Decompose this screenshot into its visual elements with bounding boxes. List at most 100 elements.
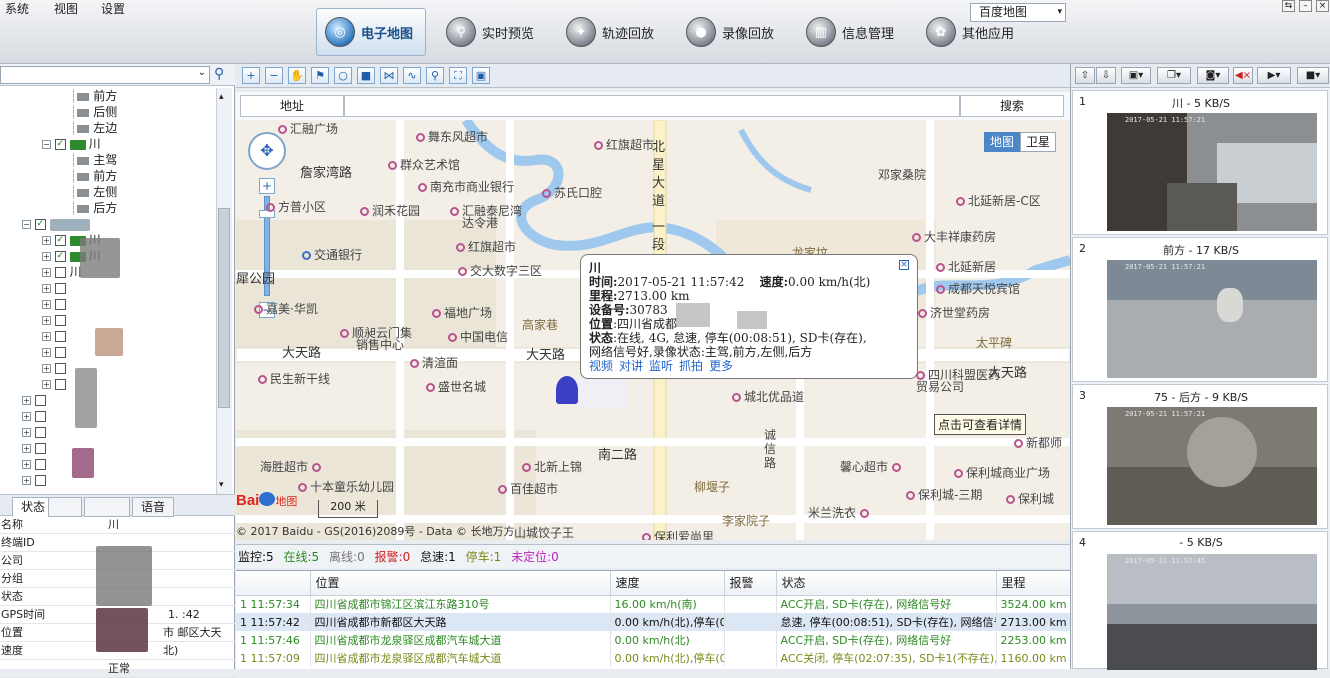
checkbox[interactable] — [34, 459, 46, 470]
tree-scrollbar[interactable]: ▴ ▾ — [216, 88, 232, 494]
col-mileage[interactable]: 里程 — [996, 571, 1070, 596]
pan-control[interactable]: ✥ — [248, 132, 286, 170]
tree-channel[interactable]: ┆ 左边 — [0, 120, 214, 136]
expand-icon[interactable]: + — [42, 268, 51, 277]
expand-icon[interactable]: + — [42, 348, 51, 357]
camera-snapshot-icon[interactable]: ◙▾ — [1197, 67, 1229, 84]
vehicle-marker-icon[interactable] — [556, 376, 578, 404]
collapse-icon[interactable]: − — [42, 140, 51, 149]
capture-link[interactable]: 抓拍 — [679, 359, 703, 373]
tree-channel[interactable]: ┆ 主驾 — [0, 152, 214, 168]
table-row[interactable]: 1 11:57:42 四川省成都市新都区大天路 0.00 km/h(北),停车(0 怠… — [236, 613, 1070, 631]
expand-icon[interactable]: + — [22, 476, 31, 485]
satellite-view-button[interactable]: 卫星 — [1020, 132, 1056, 152]
restore-icon[interactable]: ⇆ — [1282, 0, 1295, 12]
checkbox[interactable] — [54, 331, 66, 342]
table-row[interactable]: 1 11:57:09 四川省成都市龙泉驿区成都汽车城大道 0.00 km/h(北),… — [236, 649, 1070, 667]
col-status[interactable]: 状态 — [776, 571, 997, 596]
address-input[interactable] — [344, 95, 960, 117]
nav-track-playback[interactable]: ✦ 轨迹回放 — [558, 8, 662, 56]
expand-icon[interactable]: + — [42, 316, 51, 325]
nav-live-preview[interactable]: ⚲ 实时预览 — [438, 8, 542, 56]
map-view-button[interactable]: 地图 — [984, 132, 1020, 152]
polyline-icon[interactable]: ∿ — [403, 67, 421, 84]
polygon-icon[interactable]: ⋈ — [380, 67, 398, 84]
zoom-out-icon[interactable]: − — [265, 67, 283, 84]
expand-icon[interactable]: + — [42, 284, 51, 293]
checkbox[interactable] — [34, 427, 46, 438]
circle-icon[interactable]: ○ — [334, 67, 352, 84]
flag-icon[interactable]: ⚑ — [311, 67, 329, 84]
window-icon[interactable]: ❐▾ — [1157, 67, 1191, 84]
tree-vehicle[interactable]: + — [0, 312, 214, 328]
col-position[interactable]: 位置 — [310, 571, 611, 596]
expand-icon[interactable]: + — [42, 380, 51, 389]
expand-icon[interactable]: + — [42, 300, 51, 309]
checkbox[interactable] — [54, 267, 66, 278]
expand-icon[interactable]: + — [42, 364, 51, 373]
col-alarm[interactable]: 报警 — [724, 571, 777, 596]
collapse-icon[interactable]: − — [22, 220, 31, 229]
address-search-button[interactable]: 搜索 — [960, 95, 1064, 117]
tree-channel[interactable]: ┆ 后侧 — [0, 104, 214, 120]
save-icon[interactable]: ▣ — [472, 67, 490, 84]
checkbox[interactable] — [34, 475, 46, 486]
video-link[interactable]: 视频 — [589, 359, 613, 373]
tree-channel[interactable]: ┆ 前方 — [0, 88, 214, 104]
mute-icon[interactable]: ◀× — [1233, 67, 1253, 84]
tab-blank-2[interactable] — [84, 497, 130, 517]
search-icon[interactable]: ⚲ — [426, 67, 444, 84]
minimize-icon[interactable]: – — [1299, 0, 1312, 12]
checkbox[interactable]: ✓ — [54, 235, 66, 246]
tree-group[interactable]: + — [0, 440, 214, 456]
play-icon[interactable]: ▶▾ — [1257, 67, 1291, 84]
scroll-down-icon[interactable]: ▾ — [219, 480, 224, 490]
tree-channel[interactable]: ┆ 前方 — [0, 168, 214, 184]
expand-icon[interactable]: + — [42, 236, 51, 245]
stop-icon[interactable]: ■▾ — [1297, 67, 1329, 84]
menu-system[interactable]: 系统 — [5, 0, 29, 17]
move-down-icon[interactable]: ⇩ — [1096, 67, 1116, 84]
tree-group[interactable]: + — [0, 392, 214, 408]
tree-group[interactable]: + — [0, 472, 214, 488]
search-icon[interactable]: ⚲ — [214, 66, 224, 82]
tree-vehicle[interactable]: + — [0, 280, 214, 296]
pan-icon[interactable]: ✋ — [288, 67, 306, 84]
checkbox[interactable]: ✓ — [54, 139, 66, 150]
tree-channel[interactable]: ┆ 左侧 — [0, 184, 214, 200]
checkbox[interactable] — [54, 283, 66, 294]
expand-icon[interactable]: + — [22, 428, 31, 437]
map-type-select[interactable]: 百度地图 ▾ — [970, 3, 1066, 22]
menu-view[interactable]: 视图 — [54, 0, 78, 17]
fullscreen-icon[interactable]: ⛶ — [449, 67, 467, 84]
checkbox[interactable] — [54, 299, 66, 310]
close-icon[interactable]: × — [1316, 0, 1329, 12]
table-row[interactable]: 1 11:57:34 四川省成都市锦江区滨江东路310号 16.00 km/h(南)… — [236, 595, 1070, 613]
layout-icon[interactable]: ▣▾ — [1121, 67, 1151, 84]
rectangle-icon[interactable]: ■ — [357, 67, 375, 84]
talk-link[interactable]: 对讲 — [619, 359, 643, 373]
checkbox[interactable] — [54, 363, 66, 374]
tab-voice[interactable]: 语音 — [132, 497, 175, 517]
tree-vehicle[interactable]: − ✓ 川 — [0, 136, 214, 152]
nav-info-management[interactable]: ▥ 信息管理 — [798, 8, 902, 56]
checkbox[interactable] — [54, 347, 66, 358]
tree-group[interactable]: − ✓ — [0, 216, 214, 232]
col-time[interactable] — [236, 571, 311, 596]
menu-settings[interactable]: 设置 — [101, 0, 125, 17]
nav-electronic-map[interactable]: ◎ 电子地图 — [316, 8, 426, 56]
vehicle-search-combo[interactable]: ⌄ — [0, 66, 210, 84]
tree-vehicle[interactable]: + — [0, 360, 214, 376]
video-cell[interactable]: 2 前方 - 17 KB/S 2017-05-21 11:57:21 — [1072, 237, 1328, 382]
expand-icon[interactable]: + — [22, 444, 31, 453]
scroll-up-icon[interactable]: ▴ — [219, 92, 224, 102]
col-speed[interactable]: 速度 — [610, 571, 725, 596]
checkbox[interactable] — [54, 315, 66, 326]
expand-icon[interactable]: + — [22, 460, 31, 469]
expand-icon[interactable]: + — [42, 332, 51, 341]
checkbox[interactable] — [54, 379, 66, 390]
expand-icon[interactable]: + — [22, 396, 31, 405]
tree-vehicle[interactable]: + — [0, 376, 214, 392]
expand-icon[interactable]: + — [42, 252, 51, 261]
tree-vehicle[interactable]: + — [0, 296, 214, 312]
